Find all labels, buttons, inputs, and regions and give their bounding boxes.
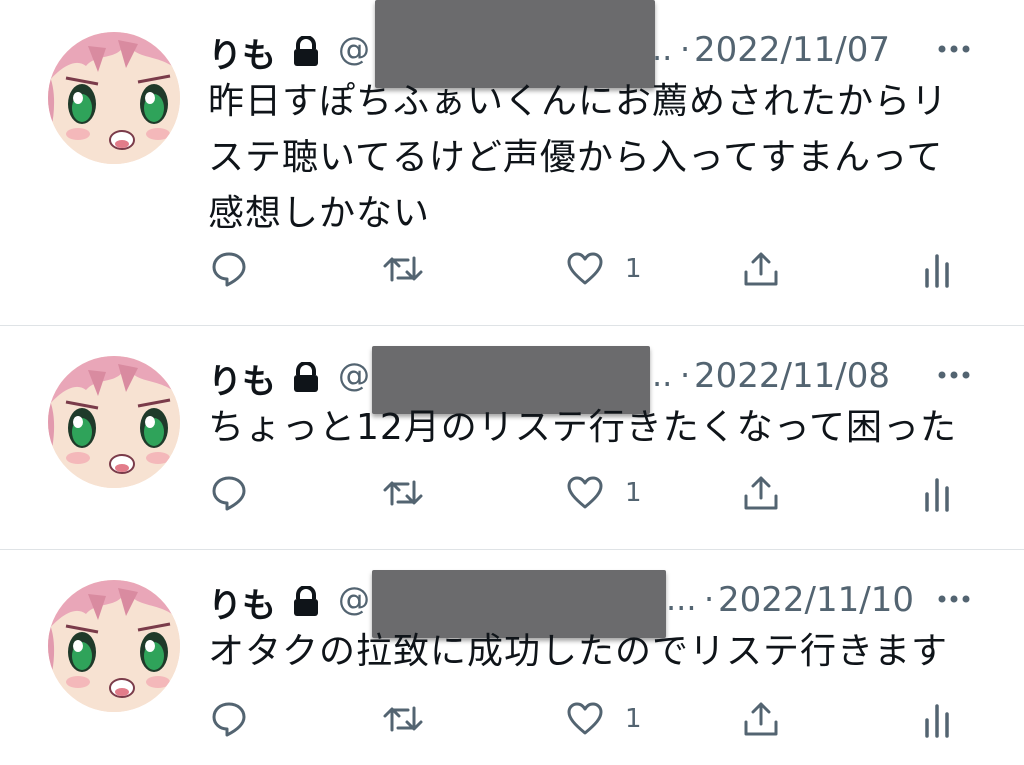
reply-icon[interactable] <box>210 474 248 516</box>
tweet-text-line: 昨日すぽちふぁいくんにお薦めされたからリ <box>208 81 949 122</box>
display-name[interactable]: りも <box>208 578 276 627</box>
reply-icon[interactable] <box>210 250 248 292</box>
tweet-actions: 1 <box>0 474 1024 518</box>
heart-icon[interactable] <box>566 250 604 292</box>
tweet[interactable]: りも @ ... · 2022/11/10 オタクの拉致に成功したのでリステ行き… <box>0 550 1024 765</box>
tweet-date[interactable]: 2022/11/07 <box>694 30 890 70</box>
date-separator: · <box>680 30 691 68</box>
heart-icon[interactable] <box>566 474 604 516</box>
more-icon[interactable] <box>936 590 972 609</box>
tweet-header: りも @ .. · 2022/11/08 <box>208 346 988 414</box>
tweet-text: 昨日すぽちふぁいくんにお薦めされたからリ ステ聴いてるけど声優から入ってすまんっ… <box>208 74 988 242</box>
tweet-text: ちょっと12月のリステ行きたくなって困った <box>208 400 988 456</box>
avatar[interactable] <box>48 32 180 164</box>
retweet-icon[interactable] <box>382 474 424 516</box>
like-count: 1 <box>625 478 642 508</box>
handle[interactable]: @ <box>338 356 370 394</box>
reply-icon[interactable] <box>210 700 248 742</box>
tweet-text-line: オタクの拉致に成功したのでリステ行きます <box>208 631 949 672</box>
handle[interactable]: @ <box>338 580 370 618</box>
display-name[interactable]: りも <box>208 28 276 77</box>
tweet[interactable]: りも @ .. · 2022/11/08 ちょっと12月のリステ行きたくなって困… <box>0 326 1024 549</box>
handle[interactable]: @ <box>338 30 370 68</box>
tweet-actions: 1 <box>0 700 1024 744</box>
handle-truncation: .. <box>652 356 673 394</box>
share-icon[interactable] <box>742 474 780 516</box>
handle-truncation: .. <box>652 30 673 68</box>
tweet-actions: 1 <box>0 250 1024 294</box>
avatar[interactable] <box>48 580 180 712</box>
tweet-date[interactable]: 2022/11/08 <box>694 356 890 396</box>
lock-icon <box>290 585 322 620</box>
retweet-icon[interactable] <box>382 250 424 292</box>
more-icon[interactable] <box>936 366 972 385</box>
avatar[interactable] <box>48 356 180 488</box>
tweet-text-line: 感想しかない <box>208 193 431 234</box>
lock-icon <box>290 361 322 396</box>
analytics-icon[interactable] <box>922 700 952 742</box>
retweet-icon[interactable] <box>382 700 424 742</box>
lock-icon <box>290 35 322 70</box>
share-icon[interactable] <box>742 700 780 742</box>
heart-icon[interactable] <box>566 700 604 742</box>
tweet-text-line: ちょっと12月のリステ行きたくなって困った <box>208 407 958 448</box>
tweet-header: りも @ ... · 2022/11/10 <box>208 570 988 638</box>
date-separator: · <box>680 356 691 394</box>
display-name[interactable]: りも <box>208 354 276 403</box>
tweet-header: りも @ .. · 2022/11/07 <box>208 0 988 88</box>
tweet[interactable]: りも @ .. · 2022/11/07 昨日すぽちふぁいくんにお薦めされたから… <box>0 0 1024 325</box>
date-separator: · <box>704 580 715 618</box>
more-icon[interactable] <box>936 40 972 59</box>
tweet-text-line: ステ聴いてるけど声優から入ってすまんって <box>208 137 944 178</box>
share-icon[interactable] <box>742 250 780 292</box>
like-count: 1 <box>625 254 642 284</box>
handle-truncation: ... <box>666 580 697 618</box>
analytics-icon[interactable] <box>922 474 952 516</box>
tweet-text: オタクの拉致に成功したのでリステ行きます <box>208 624 988 680</box>
like-count: 1 <box>625 704 642 734</box>
tweet-date[interactable]: 2022/11/10 <box>718 580 914 620</box>
analytics-icon[interactable] <box>922 250 952 292</box>
